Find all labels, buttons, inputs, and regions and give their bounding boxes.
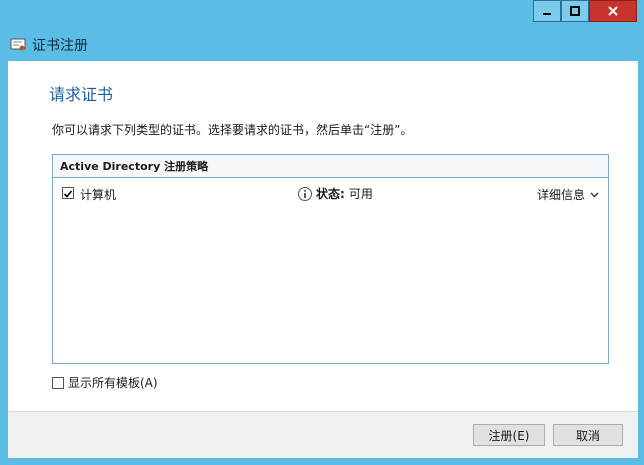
checkmark-icon [63, 190, 73, 198]
enrollment-policy-panel: Active Directory 注册策略 计算机 状态: 可用 详细信息 [52, 154, 609, 364]
show-all-templates[interactable]: 显示所有模板(A) [52, 374, 158, 391]
status-value: 可用 [348, 187, 373, 201]
page-heading: 请求证书 [49, 85, 114, 104]
info-icon [298, 186, 312, 201]
window-header: 证书注册 [0, 29, 644, 61]
details-toggle[interactable]: 详细信息 [537, 186, 599, 203]
policy-title: Active Directory 注册策略 [53, 155, 608, 178]
cancel-button[interactable]: 取消 [553, 424, 623, 446]
certificate-icon [10, 38, 26, 51]
certificate-row: 计算机 状态: 可用 详细信息 [62, 185, 599, 203]
status-label: 状态: [316, 187, 345, 201]
title-bar [0, 0, 644, 29]
certificate-status: 状态: 可用 [297, 185, 373, 202]
close-button[interactable] [589, 0, 637, 22]
certificate-label: 计算机 [80, 188, 117, 202]
dialog-footer: 注册(E) 取消 [8, 411, 638, 458]
content-area: 请求证书 你可以请求下列类型的证书。选择要请求的证书，然后单击“注册”。 Act… [8, 61, 638, 411]
minimize-button[interactable] [533, 0, 561, 22]
chevron-down-icon [590, 192, 599, 197]
maximize-icon [570, 6, 580, 16]
computer-checkbox[interactable] [62, 187, 74, 199]
page-description: 你可以请求下列类型的证书。选择要请求的证书，然后单击“注册”。 [52, 123, 413, 137]
show-all-templates-label: 显示所有模板(A) [68, 376, 158, 390]
close-icon [608, 6, 618, 16]
minimize-icon [543, 13, 551, 15]
enroll-button[interactable]: 注册(E) [473, 424, 545, 446]
maximize-button[interactable] [561, 0, 589, 22]
details-label: 详细信息 [536, 188, 585, 202]
show-all-templates-checkbox[interactable] [52, 376, 64, 389]
window-title: 证书注册 [32, 38, 88, 54]
